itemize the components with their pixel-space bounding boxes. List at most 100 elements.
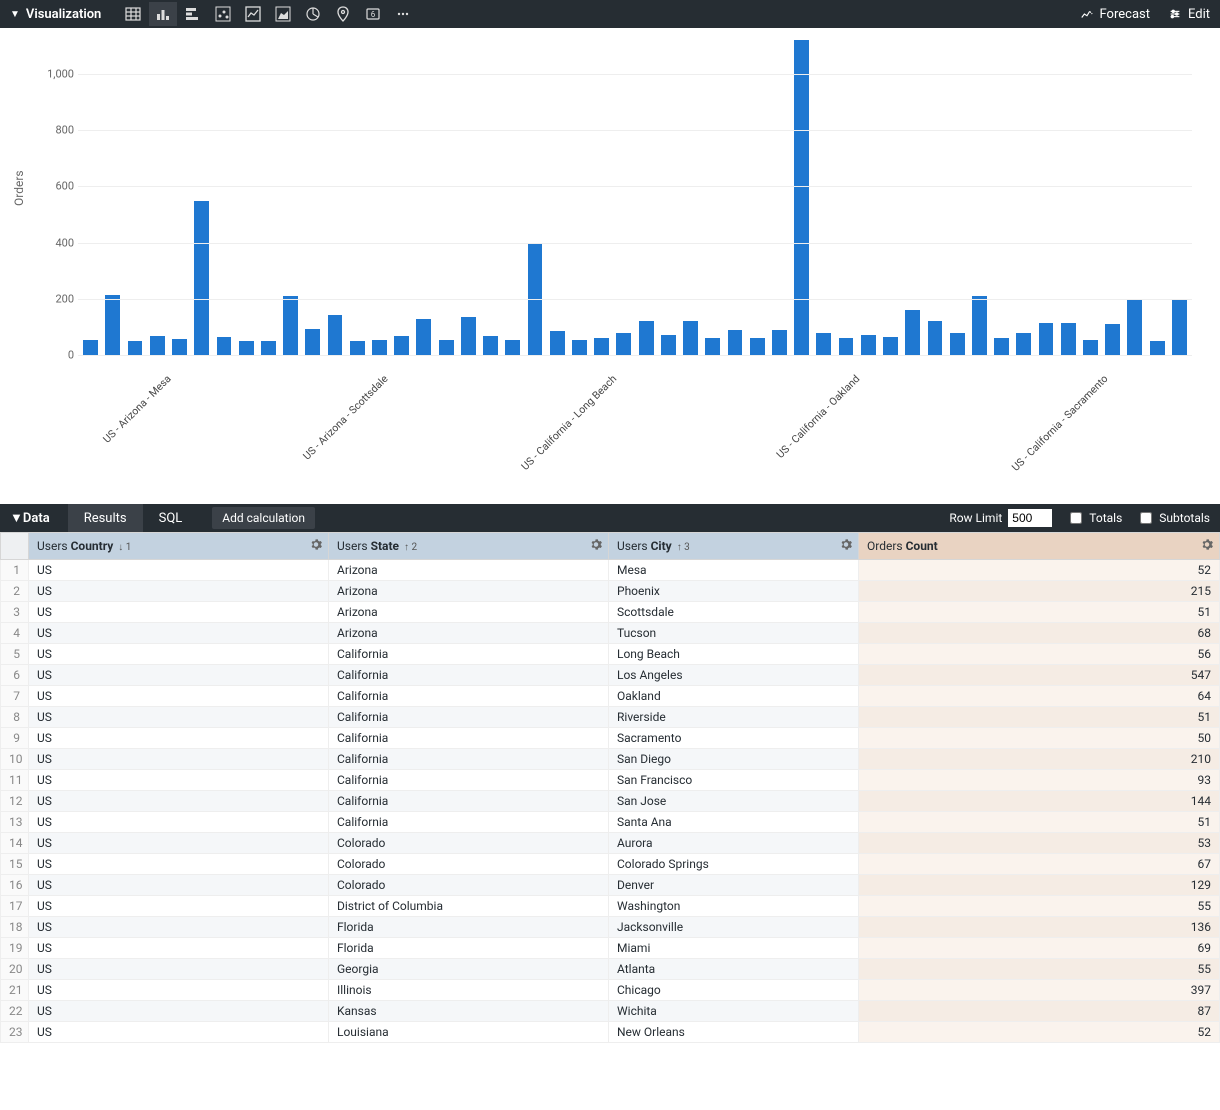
bar-slot[interactable]	[324, 46, 345, 355]
bar[interactable]	[372, 340, 387, 355]
bar[interactable]	[816, 333, 831, 355]
bar[interactable]	[283, 296, 298, 355]
column-header[interactable]: Users State ↑ 2	[329, 533, 609, 560]
cell-dimension[interactable]: San Jose	[609, 791, 859, 812]
bar[interactable]	[616, 333, 631, 355]
cell-dimension[interactable]: Jacksonville	[609, 917, 859, 938]
bar-slot[interactable]	[147, 46, 168, 355]
forecast-button[interactable]: Forecast	[1080, 7, 1150, 22]
bar[interactable]	[550, 331, 565, 355]
cell-measure[interactable]: 55	[859, 896, 1220, 917]
bar-slot[interactable]	[524, 46, 545, 355]
cell-dimension[interactable]: Atlanta	[609, 959, 859, 980]
bar[interactable]	[217, 337, 232, 355]
vis-type-table[interactable]	[119, 2, 147, 26]
table-row[interactable]: 3USArizonaScottsdale51	[1, 602, 1220, 623]
table-row[interactable]: 18USFloridaJacksonville136	[1, 917, 1220, 938]
bar-slot[interactable]	[369, 46, 390, 355]
cell-measure[interactable]: 144	[859, 791, 1220, 812]
cell-dimension[interactable]: Denver	[609, 875, 859, 896]
cell-dimension[interactable]: US	[29, 875, 329, 896]
bar-slot[interactable]	[391, 46, 412, 355]
cell-measure[interactable]: 50	[859, 728, 1220, 749]
bar-slot[interactable]	[1058, 46, 1079, 355]
table-row[interactable]: 8USCaliforniaRiverside51	[1, 707, 1220, 728]
subtotals-toggle[interactable]: Subtotals	[1136, 509, 1210, 527]
vis-type-line[interactable]	[239, 2, 267, 26]
vis-type-area[interactable]	[269, 2, 297, 26]
bar[interactable]	[705, 338, 720, 355]
cell-measure[interactable]: 129	[859, 875, 1220, 896]
gear-icon[interactable]	[1201, 539, 1213, 554]
vis-type-more[interactable]	[389, 2, 417, 26]
bar[interactable]	[461, 317, 476, 355]
bar[interactable]	[572, 340, 587, 355]
totals-toggle[interactable]: Totals	[1066, 509, 1122, 527]
bar-slot[interactable]	[902, 46, 923, 355]
bar-slot[interactable]	[680, 46, 701, 355]
vis-type-map[interactable]	[329, 2, 357, 26]
column-header[interactable]: Users Country ↓ 1	[29, 533, 329, 560]
cell-measure[interactable]: 69	[859, 938, 1220, 959]
bar[interactable]	[972, 296, 987, 355]
cell-dimension[interactable]: Kansas	[329, 1001, 609, 1022]
bar-slot[interactable]	[635, 46, 656, 355]
bar-slot[interactable]	[80, 46, 101, 355]
bar-slot[interactable]	[769, 46, 790, 355]
cell-dimension[interactable]: Sacramento	[609, 728, 859, 749]
column-header[interactable]: Orders Count	[859, 533, 1220, 560]
cell-measure[interactable]: 55	[859, 959, 1220, 980]
bar[interactable]	[1172, 299, 1187, 355]
cell-dimension[interactable]: District of Columbia	[329, 896, 609, 917]
cell-dimension[interactable]: Colorado	[329, 875, 609, 896]
bar[interactable]	[1016, 333, 1031, 355]
cell-dimension[interactable]: California	[329, 686, 609, 707]
cell-measure[interactable]: 397	[859, 980, 1220, 1001]
bar[interactable]	[683, 321, 698, 355]
cell-dimension[interactable]: US	[29, 560, 329, 581]
bar-slot[interactable]	[280, 46, 301, 355]
cell-dimension[interactable]: Georgia	[329, 959, 609, 980]
tab-sql[interactable]: SQL	[143, 504, 199, 532]
table-row[interactable]: 2USArizonaPhoenix215	[1, 581, 1220, 602]
cell-dimension[interactable]: Arizona	[329, 581, 609, 602]
cell-measure[interactable]: 547	[859, 665, 1220, 686]
collapse-icon[interactable]: ▼	[10, 9, 20, 20]
bar-slot[interactable]	[969, 46, 990, 355]
cell-dimension[interactable]: US	[29, 812, 329, 833]
table-row[interactable]: 11USCaliforniaSan Francisco93	[1, 770, 1220, 791]
cell-dimension[interactable]: US	[29, 728, 329, 749]
cell-measure[interactable]: 210	[859, 749, 1220, 770]
totals-checkbox[interactable]	[1070, 512, 1082, 524]
bar[interactable]	[994, 338, 1009, 355]
cell-dimension[interactable]: Tucson	[609, 623, 859, 644]
cell-dimension[interactable]: US	[29, 707, 329, 728]
bar-slot[interactable]	[613, 46, 634, 355]
gear-icon[interactable]	[310, 539, 322, 554]
cell-dimension[interactable]: Colorado Springs	[609, 854, 859, 875]
bar-slot[interactable]	[1102, 46, 1123, 355]
cell-measure[interactable]: 67	[859, 854, 1220, 875]
bar-slot[interactable]	[191, 46, 212, 355]
cell-dimension[interactable]: Florida	[329, 938, 609, 959]
bar-slot[interactable]	[702, 46, 723, 355]
bar-slot[interactable]	[835, 46, 856, 355]
bar-slot[interactable]	[347, 46, 368, 355]
cell-dimension[interactable]: Colorado	[329, 833, 609, 854]
bar-slot[interactable]	[591, 46, 612, 355]
cell-dimension[interactable]: Scottsdale	[609, 602, 859, 623]
cell-dimension[interactable]: New Orleans	[609, 1022, 859, 1043]
cell-dimension[interactable]: Chicago	[609, 980, 859, 1001]
cell-measure[interactable]: 51	[859, 707, 1220, 728]
table-row[interactable]: 14USColoradoAurora53	[1, 833, 1220, 854]
cell-dimension[interactable]: Mesa	[609, 560, 859, 581]
bar-slot[interactable]	[1080, 46, 1101, 355]
cell-dimension[interactable]: US	[29, 749, 329, 770]
cell-dimension[interactable]: Miami	[609, 938, 859, 959]
bar-slot[interactable]	[1147, 46, 1168, 355]
column-header[interactable]: Users City ↑ 3	[609, 533, 859, 560]
cell-dimension[interactable]: US	[29, 644, 329, 665]
bar-slot[interactable]	[124, 46, 145, 355]
cell-dimension[interactable]: US	[29, 770, 329, 791]
table-row[interactable]: 19USFloridaMiami69	[1, 938, 1220, 959]
